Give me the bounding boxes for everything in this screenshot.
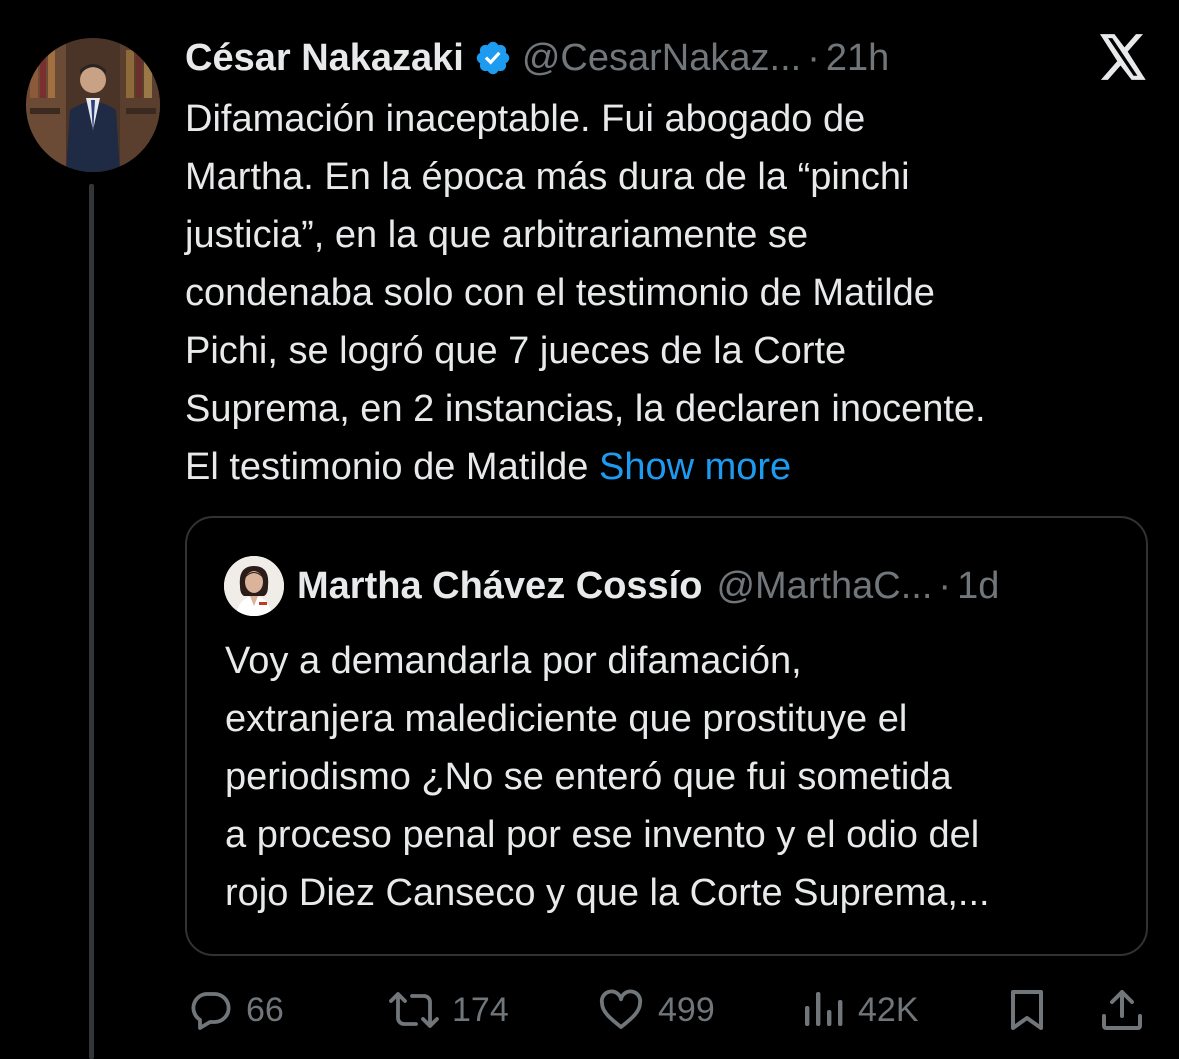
separator-dot: · [807,36,820,79]
tweet-body: Difamación inaceptable. Fui abogado de M… [185,90,1150,496]
show-more-link[interactable]: Show more [599,446,791,488]
bookmark-icon [1011,990,1043,1030]
separator-dot: · [938,564,952,607]
tweet-text-line: Suprema, en 2 instancias, la declaren in… [185,388,986,430]
tweet-text-line: Martha. En la época más dura de la “pinc… [185,156,910,198]
quoted-tweet-header: Martha Chávez Cossío @MarthaC... · 1d [297,562,999,610]
tweet-text-line: justicia”, en la que arbitrariamente se [185,214,809,256]
tweet-text-line: Difamación inaceptable. Fui abogado de [185,98,866,140]
quoted-avatar-photo [224,556,284,616]
share-button[interactable] [1098,980,1146,1040]
reply-icon [191,992,231,1030]
tweet-timestamp[interactable]: 21h [826,37,889,80]
quoted-text-line: periodismo ¿No se enteró que fui sometid… [225,756,952,798]
views-button[interactable]: 42K [800,980,919,1040]
share-icon [1102,990,1142,1030]
quoted-author-name[interactable]: Martha Chávez Cossío [297,565,702,608]
like-button[interactable]: 499 [596,980,715,1040]
quoted-tweet-card[interactable]: Martha Chávez Cossío @MarthaC... · 1d Vo… [185,516,1148,956]
views-chart-icon [805,992,843,1026]
tweet-text-line: El testimonio de Matilde [185,446,589,488]
quoted-author-avatar[interactable] [224,556,284,616]
retweet-icon [389,992,439,1028]
avatar-photo [26,38,160,172]
author-name[interactable]: César Nakazaki [185,37,464,80]
x-logo-icon[interactable] [1098,34,1148,80]
bookmark-button[interactable] [1004,980,1050,1040]
tweet-text-last-line: El testimonio de Matilde Show more [185,438,1150,496]
retweet-button[interactable]: 174 [388,980,509,1040]
author-avatar[interactable] [26,38,160,172]
tweet-header: César Nakazaki @CesarNakaz... · 21h [185,34,889,82]
quoted-text-line: extranjera malediciente que prostituye e… [225,698,908,740]
tweet-text-line: Pichi, se logró que 7 jueces de la Corte [185,330,847,372]
views-count: 42K [858,990,919,1029]
quoted-text-line: Voy a demandarla por difamación, [225,640,802,682]
retweet-count: 174 [452,990,509,1029]
quoted-tweet-body: Voy a demandarla por difamación, extranj… [225,632,1125,922]
quoted-tweet-timestamp[interactable]: 1d [957,565,999,608]
verified-badge-icon [476,41,510,75]
tweet-action-bar: 66 174 499 42K [0,980,1179,1040]
like-count: 499 [658,990,715,1029]
tweet-text-line: condenaba solo con el testimonio de Mati… [185,272,935,314]
quoted-text-line: a proceso penal por ese invento y el odi… [225,814,980,856]
reply-button[interactable]: 66 [186,980,284,1040]
quoted-text-line: rojo Diez Canseco y que la Corte Suprema… [225,872,990,914]
quoted-author-handle[interactable]: @MarthaC... [716,565,932,608]
author-handle[interactable]: @CesarNakaz... [522,37,801,80]
reply-count: 66 [246,990,284,1029]
heart-icon [599,989,643,1029]
thread-connector-line [89,184,94,1059]
